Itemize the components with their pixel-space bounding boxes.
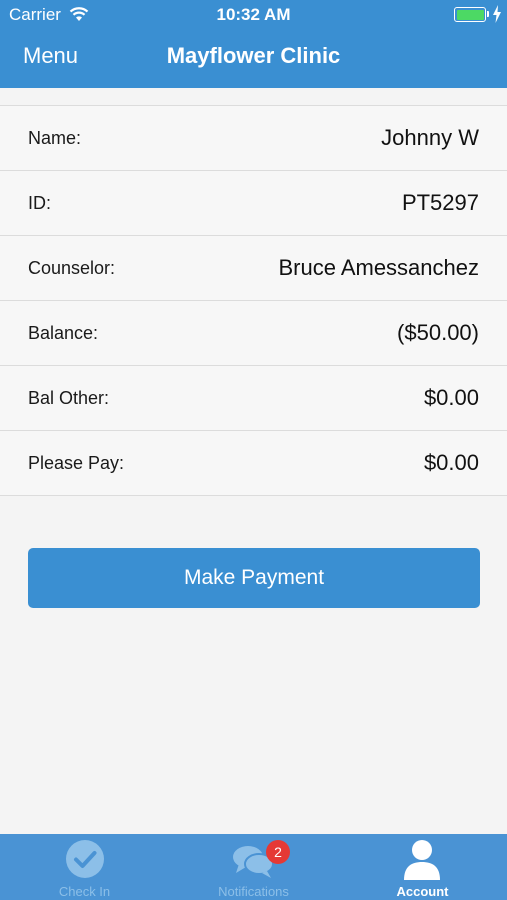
id-value: PT5297 xyxy=(401,190,479,215)
nav-bar: Menu Mayflower Clinic xyxy=(0,30,507,88)
info-row-please-pay: Please Pay: $0.00 xyxy=(0,431,507,496)
user-icon xyxy=(404,840,440,880)
name-label: Name: xyxy=(28,128,82,148)
status-time: 10:32 AM xyxy=(216,5,291,24)
battery-level xyxy=(456,9,484,20)
tab-account-label: Account xyxy=(396,884,449,899)
tab-check-in[interactable]: Check In xyxy=(0,834,169,900)
id-label: ID: xyxy=(28,193,52,213)
notification-badge: 2 xyxy=(266,840,290,864)
info-row-counselor: Counselor: Bruce Amessanchez xyxy=(0,236,507,301)
make-payment-button[interactable]: Make Payment xyxy=(28,548,480,608)
info-row-bal-other: Bal Other: $0.00 xyxy=(0,366,507,431)
bal-other-value: $0.00 xyxy=(423,385,479,410)
name-value: Johnny W xyxy=(381,125,479,150)
charging-bolt-icon xyxy=(493,5,501,23)
info-row-balance: Balance: ($50.00) xyxy=(0,301,507,366)
check-circle-icon xyxy=(66,840,104,878)
tab-notifications-label: Notifications xyxy=(218,884,289,899)
counselor-value: Bruce Amessanchez xyxy=(278,255,479,280)
battery-icon xyxy=(454,7,486,22)
page-title: Mayflower Clinic xyxy=(166,43,341,68)
counselor-label: Counselor: xyxy=(28,258,116,278)
balance-value: ($50.00) xyxy=(397,320,479,345)
patient-info-list: Name: Johnny W ID: PT5297 Counselor: Bru… xyxy=(0,105,507,496)
tab-notifications[interactable]: Notifications xyxy=(169,834,338,900)
please-pay-label: Please Pay: xyxy=(28,453,125,473)
please-pay-value: $0.00 xyxy=(423,450,479,475)
tab-account[interactable]: Account xyxy=(338,834,507,900)
balance-label: Balance: xyxy=(28,323,99,343)
info-row-name: Name: Johnny W xyxy=(0,106,507,171)
info-row-id: ID: PT5297 xyxy=(0,171,507,236)
tab-bar: Check In Notifications Account xyxy=(0,834,507,900)
tab-check-in-label: Check In xyxy=(58,884,111,899)
status-bar: Carrier 10:32 AM xyxy=(0,0,507,30)
bal-other-label: Bal Other: xyxy=(28,388,110,408)
battery-tip xyxy=(487,11,489,17)
app-header: Carrier 10:32 AM Menu Mayflower Clinic xyxy=(0,0,507,88)
